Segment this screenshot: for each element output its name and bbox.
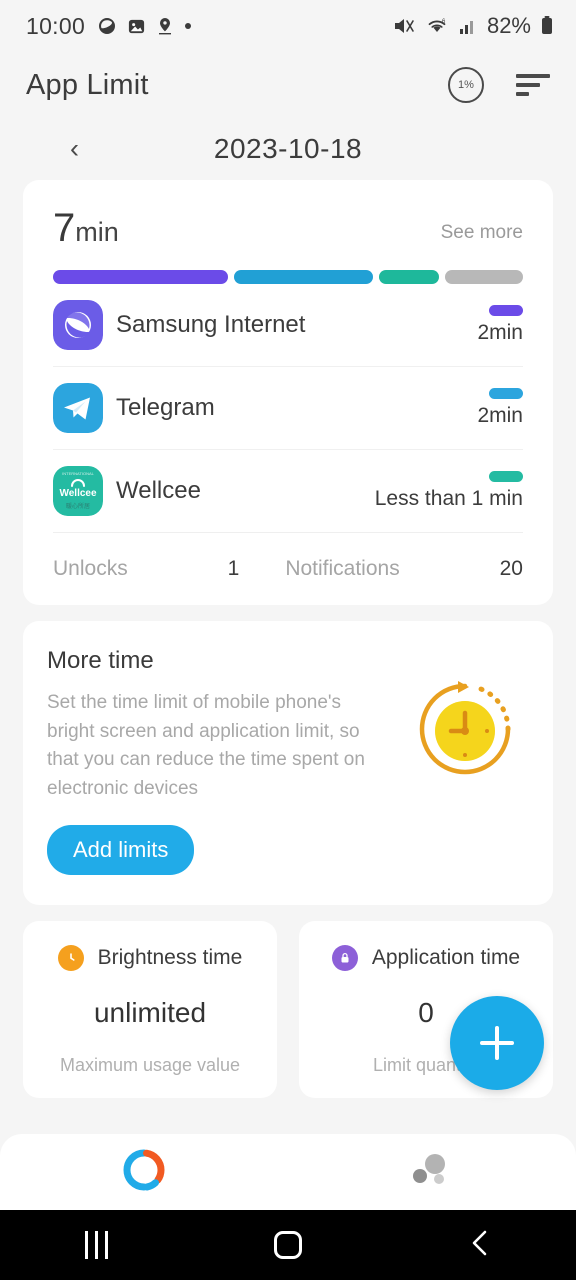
unlocks-value: 1 bbox=[227, 557, 240, 580]
more-time-card: More time Set the time limit of mobile p… bbox=[23, 621, 553, 905]
mini-card[interactable]: Brightness time unlimited Maximum usage va… bbox=[23, 921, 277, 1098]
total-usage-value: 7min bbox=[53, 208, 119, 248]
notifications-label: Notifications bbox=[285, 557, 400, 580]
app-usage-time: 2min bbox=[477, 404, 523, 427]
notifications-value: 20 bbox=[499, 557, 523, 580]
total-usage-number: 7 bbox=[53, 206, 76, 250]
location-icon bbox=[156, 16, 174, 36]
home-button[interactable] bbox=[192, 1231, 384, 1259]
add-limits-button[interactable]: Add limits bbox=[47, 825, 195, 875]
current-date-label: 2023-10-18 bbox=[213, 133, 363, 164]
app-usage-chip bbox=[489, 305, 523, 316]
back-button[interactable] bbox=[384, 1228, 576, 1263]
usage-segment-0 bbox=[53, 270, 229, 284]
app-usage-row[interactable]: INTERNATIONAL Wellcee 暖心所居 Wellcee Less than… bbox=[53, 450, 523, 533]
plus-icon-vertical bbox=[495, 1026, 499, 1060]
battery-percent-badge[interactable]: 1% bbox=[448, 67, 484, 103]
browser-icon bbox=[97, 16, 117, 36]
battery-icon bbox=[540, 15, 554, 37]
app-usage-meta: 2min bbox=[477, 388, 523, 428]
battery-percent-label: 82% bbox=[486, 13, 531, 38]
app-name-label: Samsung Internet bbox=[116, 311, 306, 338]
app-usage-row[interactable]: Telegram 2min bbox=[53, 367, 523, 450]
phone-screen: 10:00 6 82% App Limit 1% ‹ 2023-10-18 7m… bbox=[0, 0, 576, 1280]
clock-arrow-illustration bbox=[413, 677, 517, 781]
total-usage-unit: min bbox=[75, 217, 119, 247]
usage-segment-1 bbox=[234, 270, 373, 284]
app-usage-list: Samsung Internet 2min Telegram 2min INTERNAT… bbox=[53, 284, 523, 533]
date-navigator: ‹ 2023-10-18 bbox=[0, 118, 576, 180]
signal-icon bbox=[458, 16, 478, 36]
mini-card-value: unlimited bbox=[93, 997, 207, 1028]
mini-card-header: Application time bbox=[299, 945, 553, 971]
dot-icon bbox=[184, 22, 192, 30]
recents-button[interactable] bbox=[0, 1231, 192, 1259]
svg-text:Wellcee: Wellcee bbox=[59, 488, 96, 499]
app-bar: App Limit 1% bbox=[0, 52, 576, 118]
app-usage-time: Less than 1 min bbox=[374, 487, 523, 510]
usage-header: 7min See more bbox=[53, 208, 523, 248]
status-bar-notification-icons bbox=[97, 16, 192, 36]
app-usage-time: 2min bbox=[477, 321, 523, 344]
app-usage-meta: Less than 1 min bbox=[375, 471, 523, 511]
app-usage-meta: 2min bbox=[477, 305, 523, 345]
status-bar: 10:00 6 82% bbox=[0, 0, 576, 52]
samsung-internet-icon bbox=[53, 300, 103, 350]
wellcee-icon: INTERNATIONAL Wellcee 暖心所居 bbox=[53, 466, 103, 516]
recents-icon bbox=[84, 1231, 108, 1259]
battery-percent-badge-label: 1% bbox=[458, 79, 474, 91]
svg-text:6: 6 bbox=[442, 19, 446, 25]
see-more-link[interactable]: See more bbox=[441, 222, 523, 248]
status-bar-time: 10:00 bbox=[26, 12, 86, 39]
usage-segment-3 bbox=[444, 270, 523, 284]
image-icon bbox=[127, 17, 146, 36]
back-icon bbox=[467, 1228, 493, 1263]
mute-icon bbox=[392, 15, 416, 37]
svg-text:暖心所居: 暖心所居 bbox=[66, 502, 90, 510]
android-navigation-bar bbox=[0, 1210, 576, 1280]
clock-icon bbox=[57, 945, 84, 971]
usage-stats-row: Unlocks 1 Notifications 20 bbox=[53, 533, 523, 605]
mini-card-subtitle: Maximum usage value bbox=[59, 1055, 241, 1075]
app-usage-chip bbox=[489, 388, 523, 399]
app-usage-chip bbox=[489, 471, 523, 482]
add-fab-button[interactable] bbox=[450, 996, 544, 1090]
previous-day-button[interactable]: ‹ bbox=[70, 135, 79, 163]
usage-segment-bar bbox=[53, 270, 523, 284]
wifi-icon: 6 bbox=[425, 15, 449, 37]
app-name-label: Telegram bbox=[116, 394, 215, 421]
app-name-label: Wellcee bbox=[116, 477, 201, 504]
app-bar-actions: 1% bbox=[448, 67, 550, 103]
mini-card-title: Brightness time bbox=[97, 946, 243, 969]
usage-donut-icon bbox=[123, 1149, 165, 1196]
usage-summary-card: 7min See more Samsung Internet 2min Telegr… bbox=[23, 180, 553, 605]
more-time-description: Set the time limit of mobile phone's bri… bbox=[47, 692, 365, 799]
nav-item-usage[interactable] bbox=[0, 1149, 288, 1196]
status-bar-system-icons: 6 82% bbox=[392, 13, 554, 39]
more-time-title: More time bbox=[47, 647, 154, 674]
page-title: App Limit bbox=[26, 68, 149, 101]
telegram-icon bbox=[53, 383, 103, 433]
svg-text:INTERNATIONAL: INTERNATIONAL bbox=[62, 471, 94, 476]
lock-icon bbox=[331, 945, 358, 971]
mini-card-title: Application time bbox=[371, 946, 521, 969]
filter-icon[interactable] bbox=[516, 74, 550, 96]
nav-item-more[interactable] bbox=[288, 1152, 576, 1193]
bottom-navigation-bar bbox=[0, 1134, 576, 1210]
app-usage-row[interactable]: Samsung Internet 2min bbox=[53, 284, 523, 367]
usage-segment-2 bbox=[378, 270, 439, 284]
bubbles-more-icon bbox=[411, 1152, 453, 1193]
mini-card-header: Brightness time bbox=[23, 945, 277, 971]
unlocks-label: Unlocks bbox=[53, 557, 128, 580]
home-icon bbox=[274, 1231, 302, 1259]
